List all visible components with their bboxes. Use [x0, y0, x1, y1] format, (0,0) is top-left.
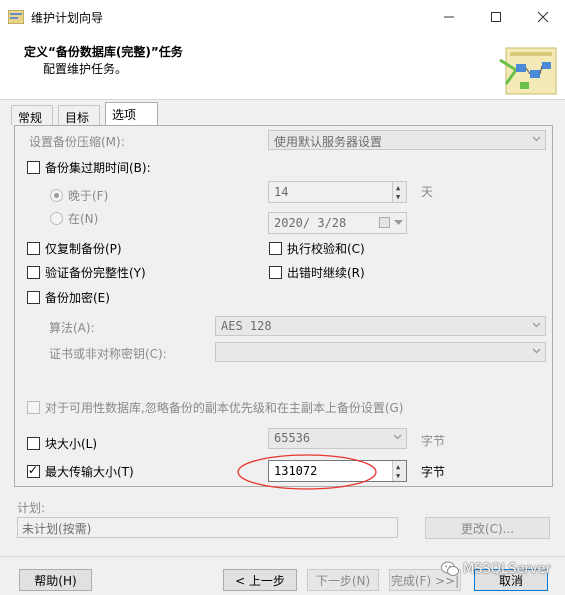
schedule-field: 未计划(按需) [17, 517, 398, 538]
max-transfer-checkbox[interactable] [27, 463, 40, 478]
verify-checkbox[interactable] [27, 266, 40, 279]
algorithm-value: AES 128 [221, 319, 272, 333]
block-size-value: 65536 [274, 431, 311, 445]
close-button[interactable] [528, 4, 558, 30]
certificate-select[interactable] [215, 342, 546, 362]
footer-divider [0, 556, 565, 557]
expire-on-radio[interactable] [50, 212, 63, 225]
change-schedule-button[interactable]: 更改(C)... [425, 517, 550, 539]
tab-general[interactable]: 常规 [11, 105, 53, 125]
help-button[interactable]: 帮助(H) [19, 569, 92, 591]
wizard-graphic-icon [499, 47, 557, 95]
block-size-unit: 字节 [421, 434, 446, 448]
checksum-label: 执行校验和(C) [287, 242, 365, 256]
encrypt-checkbox[interactable] [27, 291, 40, 304]
certificate-label: 证书或非对称密钥(C): [49, 347, 167, 361]
block-size-checkbox[interactable] [27, 437, 40, 450]
availability-label: 对于可用性数据库,忽略备份的副本优先级和在主副本上备份设置(G) [45, 401, 404, 415]
tab-options[interactable]: 选项 [105, 102, 158, 126]
chevron-down-icon [532, 322, 541, 328]
copy-only-label: 仅复制备份(P) [45, 242, 122, 256]
schedule-label: 计划: [17, 501, 46, 515]
expire-after-radio[interactable] [50, 189, 63, 202]
expire-date-picker[interactable]: 2020/ 3/28 [268, 212, 407, 234]
schedule-value: 未计划(按需) [22, 522, 92, 536]
availability-checkbox[interactable] [27, 401, 40, 414]
maximize-icon [491, 12, 501, 22]
max-transfer-spinner[interactable]: ▲ ▼ [392, 461, 406, 481]
back-button[interactable]: < 上一步 [223, 569, 297, 591]
copy-only-checkbox[interactable] [27, 242, 40, 255]
expire-days-spinner[interactable]: ▲ ▼ [392, 182, 406, 202]
algorithm-select[interactable]: AES 128 [215, 316, 546, 336]
page-subtitle: 配置维护任务。 [43, 62, 128, 76]
expire-after-label: 晚于(F) [68, 189, 109, 203]
compression-select[interactable]: 使用默认服务器设置 [268, 130, 546, 150]
chevron-down-icon [532, 136, 541, 142]
minimize-icon [444, 16, 454, 18]
watermark-text: MSSQLServer [463, 562, 551, 577]
chevron-down-icon [394, 220, 403, 225]
expire-days-unit: 天 [421, 185, 434, 199]
checksum-checkbox[interactable] [269, 242, 282, 255]
tab-destination[interactable]: 目标 [58, 105, 100, 125]
chevron-down-icon [532, 348, 541, 354]
continue-on-error-label: 出错时继续(R) [287, 266, 365, 280]
expire-on-label: 在(N) [68, 212, 99, 226]
expire-label: 备份集过期时间(B): [45, 161, 151, 175]
annotation-ellipse [237, 454, 377, 490]
algorithm-label: 算法(A): [49, 321, 95, 335]
calendar-icon [379, 217, 390, 228]
encrypt-label: 备份加密(E) [45, 291, 110, 305]
expire-checkbox[interactable] [27, 161, 40, 174]
maximize-button[interactable] [481, 4, 511, 30]
page-title: 定义“备份数据库(完整)”任务 [24, 45, 183, 59]
chevron-down-icon [393, 434, 402, 440]
wechat-icon [441, 561, 459, 576]
expire-days-value: 14 [274, 185, 289, 199]
minimize-button[interactable] [434, 4, 464, 30]
block-size-select[interactable]: 65536 [268, 428, 407, 449]
max-transfer-unit: 字节 [421, 465, 446, 479]
window-title: 维护计划向导 [31, 11, 104, 25]
block-size-label: 块大小(L) [45, 437, 98, 451]
compression-label: 设置备份压缩(M): [29, 135, 125, 149]
compression-value: 使用默认服务器设置 [274, 135, 383, 149]
close-icon [537, 11, 549, 23]
app-icon [8, 10, 24, 24]
continue-on-error-checkbox[interactable] [269, 266, 282, 279]
expire-days-input[interactable]: 14 ▲ ▼ [268, 181, 407, 203]
verify-label: 验证备份完整性(Y) [45, 266, 146, 280]
expire-date-value: 2020/ 3/28 [274, 216, 347, 230]
max-transfer-label: 最大传输大小(T) [45, 465, 134, 479]
next-button[interactable]: 下一步(N) [307, 569, 379, 591]
